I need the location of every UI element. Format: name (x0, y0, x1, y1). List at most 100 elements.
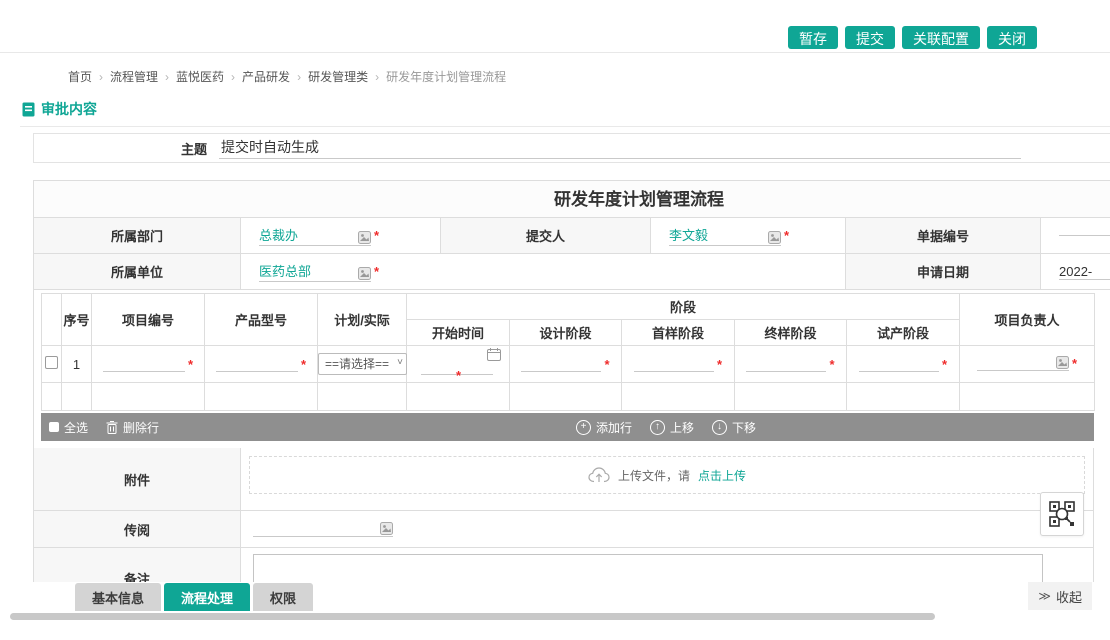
move-down-button[interactable]: ↓ 下移 (712, 419, 756, 436)
row-checkbox-cell (42, 346, 62, 383)
select-all-checkbox-icon (49, 422, 59, 432)
submitter-value[interactable]: 李文毅 (669, 225, 708, 244)
move-down-label: 下移 (732, 419, 756, 436)
unit-value[interactable]: 医药总部 (259, 261, 311, 280)
submitter-field: 李文毅 * (651, 218, 846, 253)
grid-header-phase-group: 阶段 (407, 294, 960, 320)
trial-phase-cell: * (847, 346, 960, 383)
add-row-button[interactable]: + 添加行 (576, 419, 632, 436)
required-marker: * (829, 357, 834, 372)
submitter-value-line[interactable]: 李文毅 (669, 225, 781, 246)
design-phase-cell: * (510, 346, 622, 383)
top-divider (0, 52, 1110, 53)
grid-checkbox-col-header (42, 294, 62, 346)
submitter-label: 提交人 (441, 218, 651, 253)
detail-grid: 序号 项目编号 产品型号 计划/实际 阶段 项目负责人 开始时间 设计阶段 首样… (41, 293, 1095, 411)
tab-process-handling[interactable]: 流程处理 (164, 583, 250, 611)
grid-empty-row (42, 383, 1095, 411)
main-form-table: 研发年度计划管理流程 所属部门 总裁办 * 提交人 李文毅 (33, 180, 1110, 608)
project-no-input[interactable] (103, 356, 185, 372)
product-model-input[interactable] (216, 356, 298, 372)
tab-permissions[interactable]: 权限 (253, 583, 313, 611)
grid-toolbar: 全选 删除行 + 添加行 ↑ (41, 413, 1094, 441)
department-field: 总裁办 * (241, 218, 441, 253)
unit-value-line[interactable]: 医药总部 (259, 261, 371, 282)
breadcrumb-current: 研发年度计划管理流程 (368, 68, 506, 85)
attachment-row: 附件 上传文件，请 点击上传 (34, 448, 1094, 511)
horizontal-scrollbar[interactable] (10, 613, 935, 620)
doc-no-field (1041, 218, 1110, 253)
bottom-bar: 基本信息 流程处理 权限 收起 (0, 582, 1110, 640)
breadcrumb-process-mgmt[interactable]: 流程管理 (92, 68, 158, 85)
breadcrumb-product-rd[interactable]: 产品研发 (224, 68, 290, 85)
browse-icon[interactable] (358, 231, 371, 244)
action-bar: 暂存 提交 关联配置 关闭 (788, 26, 1037, 49)
final-sample-input[interactable] (746, 356, 826, 372)
move-up-button[interactable]: ↑ 上移 (650, 419, 694, 436)
browse-icon[interactable] (1056, 356, 1069, 369)
qr-scan-button[interactable] (1040, 492, 1084, 536)
first-sample-input[interactable] (634, 356, 714, 372)
submit-button[interactable]: 提交 (845, 26, 895, 49)
subject-row: 主题 提交时自动生成 (33, 133, 1110, 163)
grid-header-final-sample: 终样阶段 (735, 320, 847, 346)
apply-date-value[interactable]: 2022- (1059, 264, 1110, 280)
grid-header-design-phase: 设计阶段 (510, 320, 622, 346)
arrow-up-circle-icon: ↑ (650, 420, 665, 435)
required-marker: * (1072, 356, 1077, 371)
start-time-cell: * (407, 346, 510, 383)
required-marker: * (456, 368, 461, 383)
approval-section-header: 审批内容 (22, 99, 97, 119)
required-marker: * (374, 264, 379, 279)
add-row-label: 添加行 (596, 419, 632, 436)
owner-cell: * (960, 346, 1095, 383)
subject-value-field[interactable]: 提交时自动生成 (219, 137, 1021, 159)
department-value-line[interactable]: 总裁办 (259, 225, 371, 246)
document-icon (22, 102, 35, 117)
tab-basic-info[interactable]: 基本信息 (75, 583, 161, 611)
close-button[interactable]: 关闭 (987, 26, 1037, 49)
collapse-label: 收起 (1056, 587, 1082, 606)
collapse-button[interactable]: 收起 (1028, 582, 1092, 610)
related-config-button[interactable]: 关联配置 (902, 26, 980, 49)
unit-field: 医药总部 * (241, 254, 846, 289)
browse-icon[interactable] (380, 522, 393, 535)
plan-actual-select[interactable]: ==请选择== (318, 353, 407, 375)
grid-header-plan-actual: 计划/实际 (318, 294, 407, 346)
department-label: 所属部门 (34, 218, 241, 253)
circulate-value-line[interactable] (253, 522, 393, 537)
plan-actual-cell: ==请选择== ˅ (318, 346, 407, 383)
apply-date-label: 申请日期 (846, 254, 1041, 289)
footer-tabs: 基本信息 流程处理 权限 (75, 583, 313, 611)
qr-code-icon (1049, 501, 1075, 527)
breadcrumb-home[interactable]: 首页 (68, 68, 92, 85)
trial-phase-input[interactable] (859, 356, 939, 372)
arrow-down-circle-icon: ↓ (712, 420, 727, 435)
cloud-upload-icon (588, 467, 610, 483)
department-value[interactable]: 总裁办 (259, 225, 298, 244)
delete-row-button[interactable]: 删除行 (106, 419, 159, 436)
grid-data-row: 1 * * ==请选择== ˅ (42, 346, 1095, 383)
form-row-2: 所属单位 医药总部 * 申请日期 2022- (34, 254, 1110, 290)
browse-icon[interactable] (358, 267, 371, 280)
unit-label: 所属单位 (34, 254, 241, 289)
select-all-button[interactable]: 全选 (49, 419, 88, 436)
owner-value-line[interactable] (977, 356, 1069, 371)
row-checkbox[interactable] (45, 356, 58, 369)
attachment-label: 附件 (34, 448, 241, 510)
upload-dropzone[interactable]: 上传文件，请 点击上传 (249, 456, 1085, 494)
breadcrumb-company[interactable]: 蓝悦医药 (158, 68, 224, 85)
upload-link[interactable]: 点击上传 (698, 467, 746, 484)
save-draft-button[interactable]: 暂存 (788, 26, 838, 49)
apply-date-field: 2022- (1041, 254, 1110, 289)
browse-icon[interactable] (768, 231, 781, 244)
doc-no-value[interactable] (1059, 235, 1110, 236)
row-seq: 1 (62, 346, 92, 383)
section-title: 审批内容 (41, 99, 97, 119)
product-model-cell: * (205, 346, 318, 383)
first-sample-cell: * (622, 346, 735, 383)
breadcrumb-rd-category[interactable]: 研发管理类 (290, 68, 368, 85)
circulate-label: 传阅 (34, 511, 241, 547)
grid-header-product-model: 产品型号 (205, 294, 318, 346)
design-phase-input[interactable] (521, 356, 601, 372)
